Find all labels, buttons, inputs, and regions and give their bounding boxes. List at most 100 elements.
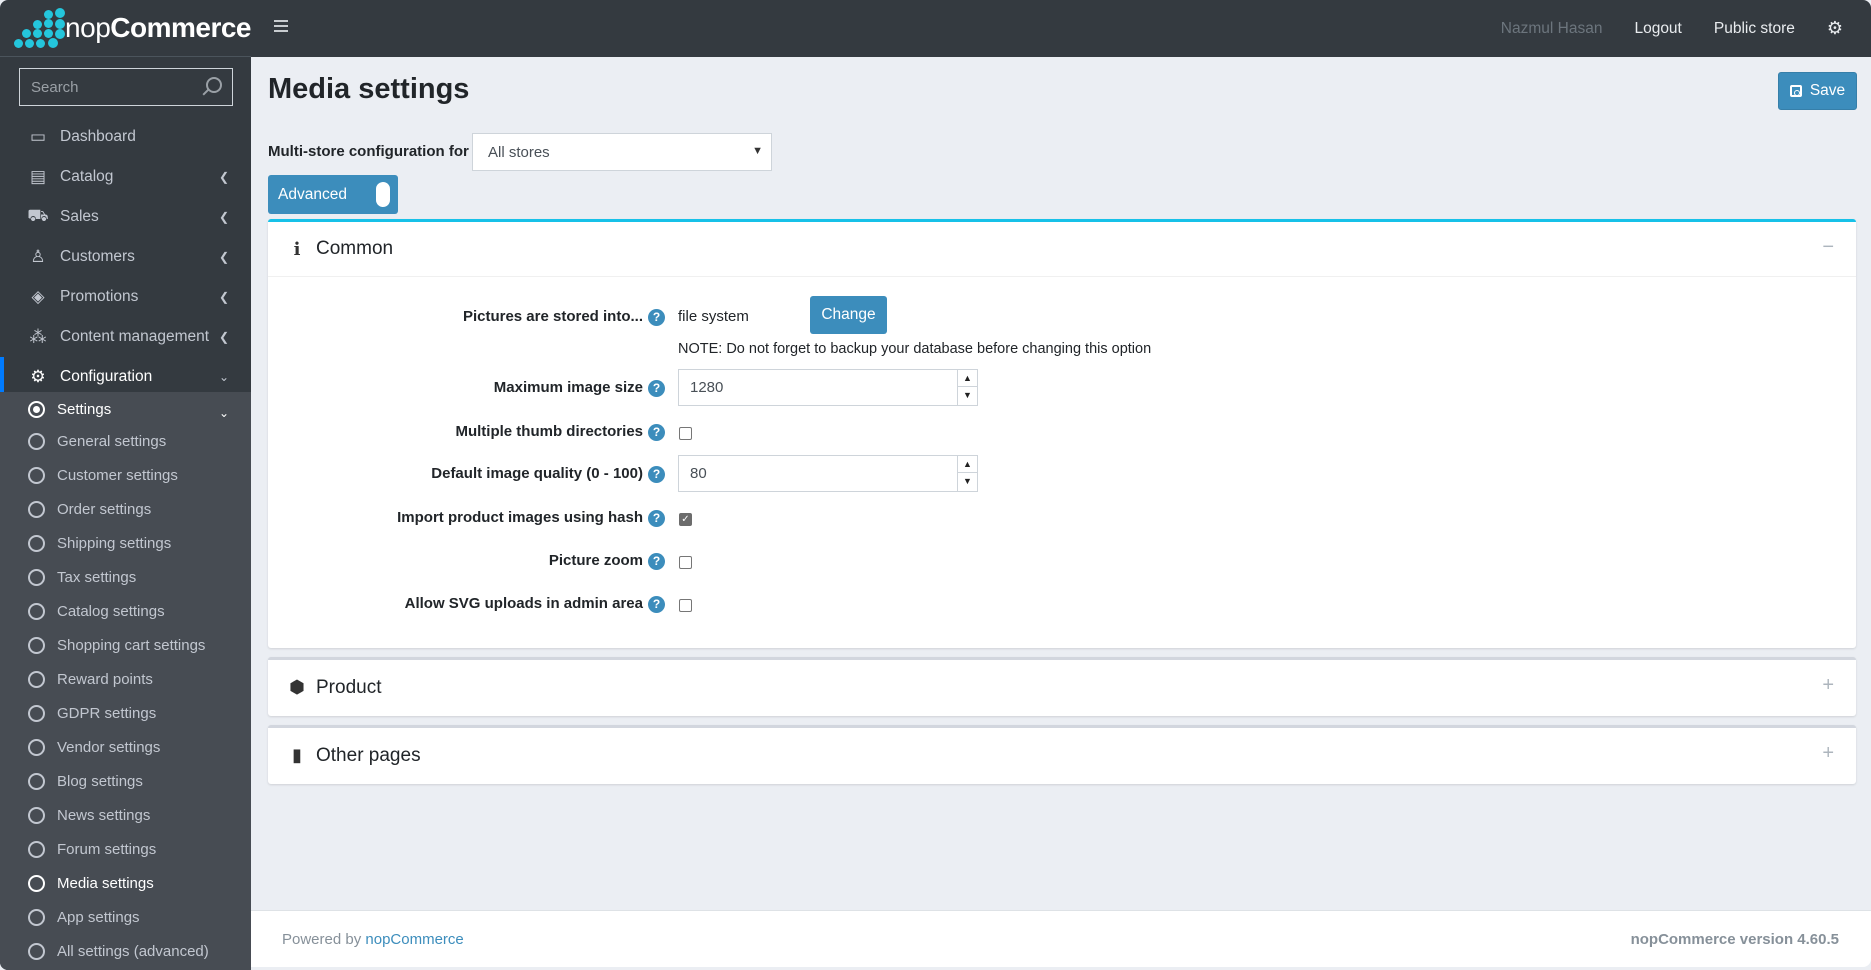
sidebar-subitem-label: Shopping cart settings (57, 636, 206, 654)
help-icon[interactable]: ? (648, 596, 665, 613)
panel-title: Common (316, 238, 394, 259)
sidebar-subitem-catalog-settings[interactable]: Catalog settings (0, 594, 251, 628)
sidebar-item-customers[interactable]: ♙ Customers ❮ (0, 237, 251, 277)
sidebar-subitem-label: Media settings (57, 874, 154, 892)
picture-zoom-checkbox[interactable] (679, 556, 692, 569)
sidebar-item-dashboard[interactable]: ▭ Dashboard (0, 117, 251, 157)
main-content: Media settings Save Multi-store configur… (251, 57, 1871, 910)
help-icon[interactable]: ? (648, 309, 665, 326)
book-icon: ▤ (29, 167, 47, 186)
sidebar-subitem-tax-settings[interactable]: Tax settings (0, 560, 251, 594)
chevron-left-icon: ❮ (218, 170, 229, 184)
field-label: Picture zoom (548, 552, 643, 569)
help-icon[interactable]: ? (648, 424, 665, 441)
sidebar-subitem-label: Forum settings (57, 840, 157, 858)
help-icon[interactable]: ? (648, 466, 665, 483)
sidebar-item-settings[interactable]: Settings ⌄ (0, 392, 251, 426)
circle-icon (28, 772, 45, 790)
sidebar-subitem-blog-settings[interactable]: Blog settings (0, 764, 251, 798)
file-icon: ▮ (292, 745, 302, 765)
sidebar-subitem-media-settings[interactable]: Media settings (0, 866, 251, 900)
brand-logo[interactable]: nopCommerce (0, 0, 251, 57)
user-name[interactable]: Nazmul Hasan (1501, 20, 1603, 38)
change-storage-button[interactable]: Change (810, 296, 887, 334)
allow-svg-checkbox[interactable] (679, 599, 692, 612)
chevron-down-icon: ⌄ (218, 370, 229, 384)
sidebar: Search ▭ Dashboard ▤ Catalog ❮ ⛟ Sales ❮… (0, 57, 251, 970)
max-image-size-input[interactable]: 1280 ▲ ▼ (678, 369, 978, 406)
cube-icon: ⬢ (289, 677, 305, 697)
sidebar-subitem-gdpr-settings[interactable]: GDPR settings (0, 696, 251, 730)
sidebar-subitem-customer-settings[interactable]: Customer settings (0, 458, 251, 492)
sidebar-item-label: Promotions (60, 288, 139, 305)
multistore-select[interactable]: All stores ▼ (472, 133, 772, 171)
help-icon[interactable]: ? (648, 510, 665, 527)
panel-title: Product (316, 676, 382, 698)
logout-link[interactable]: Logout (1634, 20, 1681, 38)
chevron-left-icon: ❮ (218, 330, 229, 344)
sidebar-subitem-general-settings[interactable]: General settings (0, 424, 251, 458)
sidebar-item-label: Catalog (60, 168, 114, 185)
spin-up-icon[interactable]: ▲ (958, 370, 977, 387)
field-label: Multiple thumb directories (455, 423, 643, 440)
logo-dots-icon (14, 8, 65, 48)
nopcommerce-link[interactable]: nopCommerce (365, 931, 463, 948)
sidebar-subitem-shopping-cart-settings[interactable]: Shopping cart settings (0, 628, 251, 662)
sidebar-search-input[interactable]: Search (19, 68, 233, 106)
panel-other-pages-header[interactable]: ▮ Other pages + (268, 728, 1856, 783)
sidebar-item-catalog[interactable]: ▤ Catalog ❮ (0, 157, 251, 197)
number-spinner[interactable]: ▲ ▼ (957, 370, 977, 405)
advanced-label: Advanced (278, 185, 347, 203)
circle-icon (28, 534, 45, 552)
sidebar-item-content-management[interactable]: ⁂ Content management ❮ (0, 317, 251, 357)
panel-title: Other pages (316, 744, 421, 766)
sidebar-subitem-shipping-settings[interactable]: Shipping settings (0, 526, 251, 560)
gears-icon[interactable]: ⚙ (1827, 18, 1843, 39)
spin-down-icon[interactable]: ▼ (958, 473, 977, 490)
search-icon[interactable] (206, 77, 222, 93)
spin-down-icon[interactable]: ▼ (958, 387, 977, 404)
powered-by: Powered by nopCommerce (282, 931, 464, 948)
input-value: 1280 (690, 379, 724, 396)
expand-icon[interactable]: + (1822, 674, 1834, 697)
multistore-label: Multi-store configuration for (268, 143, 469, 160)
expand-icon[interactable]: + (1822, 742, 1834, 765)
circle-icon (28, 500, 45, 518)
sidebar-subitem-label: Order settings (57, 500, 152, 518)
collapse-icon[interactable]: − (1822, 236, 1834, 259)
panel-common: i Common − Pictures are stored into... ?… (268, 219, 1856, 648)
import-hash-checkbox[interactable]: ✓ (679, 513, 692, 526)
sidebar-subitem-forum-settings[interactable]: Forum settings (0, 832, 251, 866)
spin-up-icon[interactable]: ▲ (958, 456, 977, 473)
tags-icon: ◈ (31, 287, 45, 306)
sidebar-subitem-app-settings[interactable]: App settings (0, 900, 251, 934)
public-store-link[interactable]: Public store (1714, 20, 1795, 38)
default-image-quality-input[interactable]: 80 ▲ ▼ (678, 455, 978, 492)
sidebar-item-promotions[interactable]: ◈ Promotions ❮ (0, 277, 251, 317)
top-navbar: nopCommerce Nazmul Hasan Logout Public s… (0, 0, 1871, 57)
sidebar-subitem-label: Customer settings (57, 466, 178, 484)
sidebar-subitem-reward-points[interactable]: Reward points (0, 662, 251, 696)
sidebar-item-configuration[interactable]: ⚙ Configuration ⌄ (0, 357, 251, 397)
field-allow-svg: Allow SVG uploads in admin area ? (268, 587, 1856, 623)
version-text: nopCommerce version 4.60.5 (1630, 931, 1839, 948)
sidebar-subitem-order-settings[interactable]: Order settings (0, 492, 251, 526)
panel-product-header[interactable]: ⬢ Product + (268, 660, 1856, 715)
multiple-thumb-dirs-checkbox[interactable] (679, 427, 692, 440)
save-button[interactable]: Save (1778, 72, 1857, 110)
help-icon[interactable]: ? (648, 380, 665, 397)
sidebar-subitem-vendor-settings[interactable]: Vendor settings (0, 730, 251, 764)
panel-common-header[interactable]: i Common − (268, 222, 1856, 277)
hamburger-icon[interactable] (274, 20, 288, 34)
circle-icon (28, 670, 45, 688)
number-spinner[interactable]: ▲ ▼ (957, 456, 977, 491)
advanced-toggle[interactable]: Advanced (268, 175, 398, 214)
panel-product: ⬢ Product + (268, 657, 1856, 716)
sidebar-subitem-all-settings-advanced[interactable]: All settings (advanced) (0, 934, 251, 968)
sidebar-item-sales[interactable]: ⛟ Sales ❮ (0, 197, 251, 237)
sidebar-item-label: Content management (60, 328, 210, 345)
sidebar-subitem-label: All settings (advanced) (57, 942, 209, 960)
sidebar-subitem-news-settings[interactable]: News settings (0, 798, 251, 832)
help-icon[interactable]: ? (648, 553, 665, 570)
circle-icon (28, 806, 45, 824)
